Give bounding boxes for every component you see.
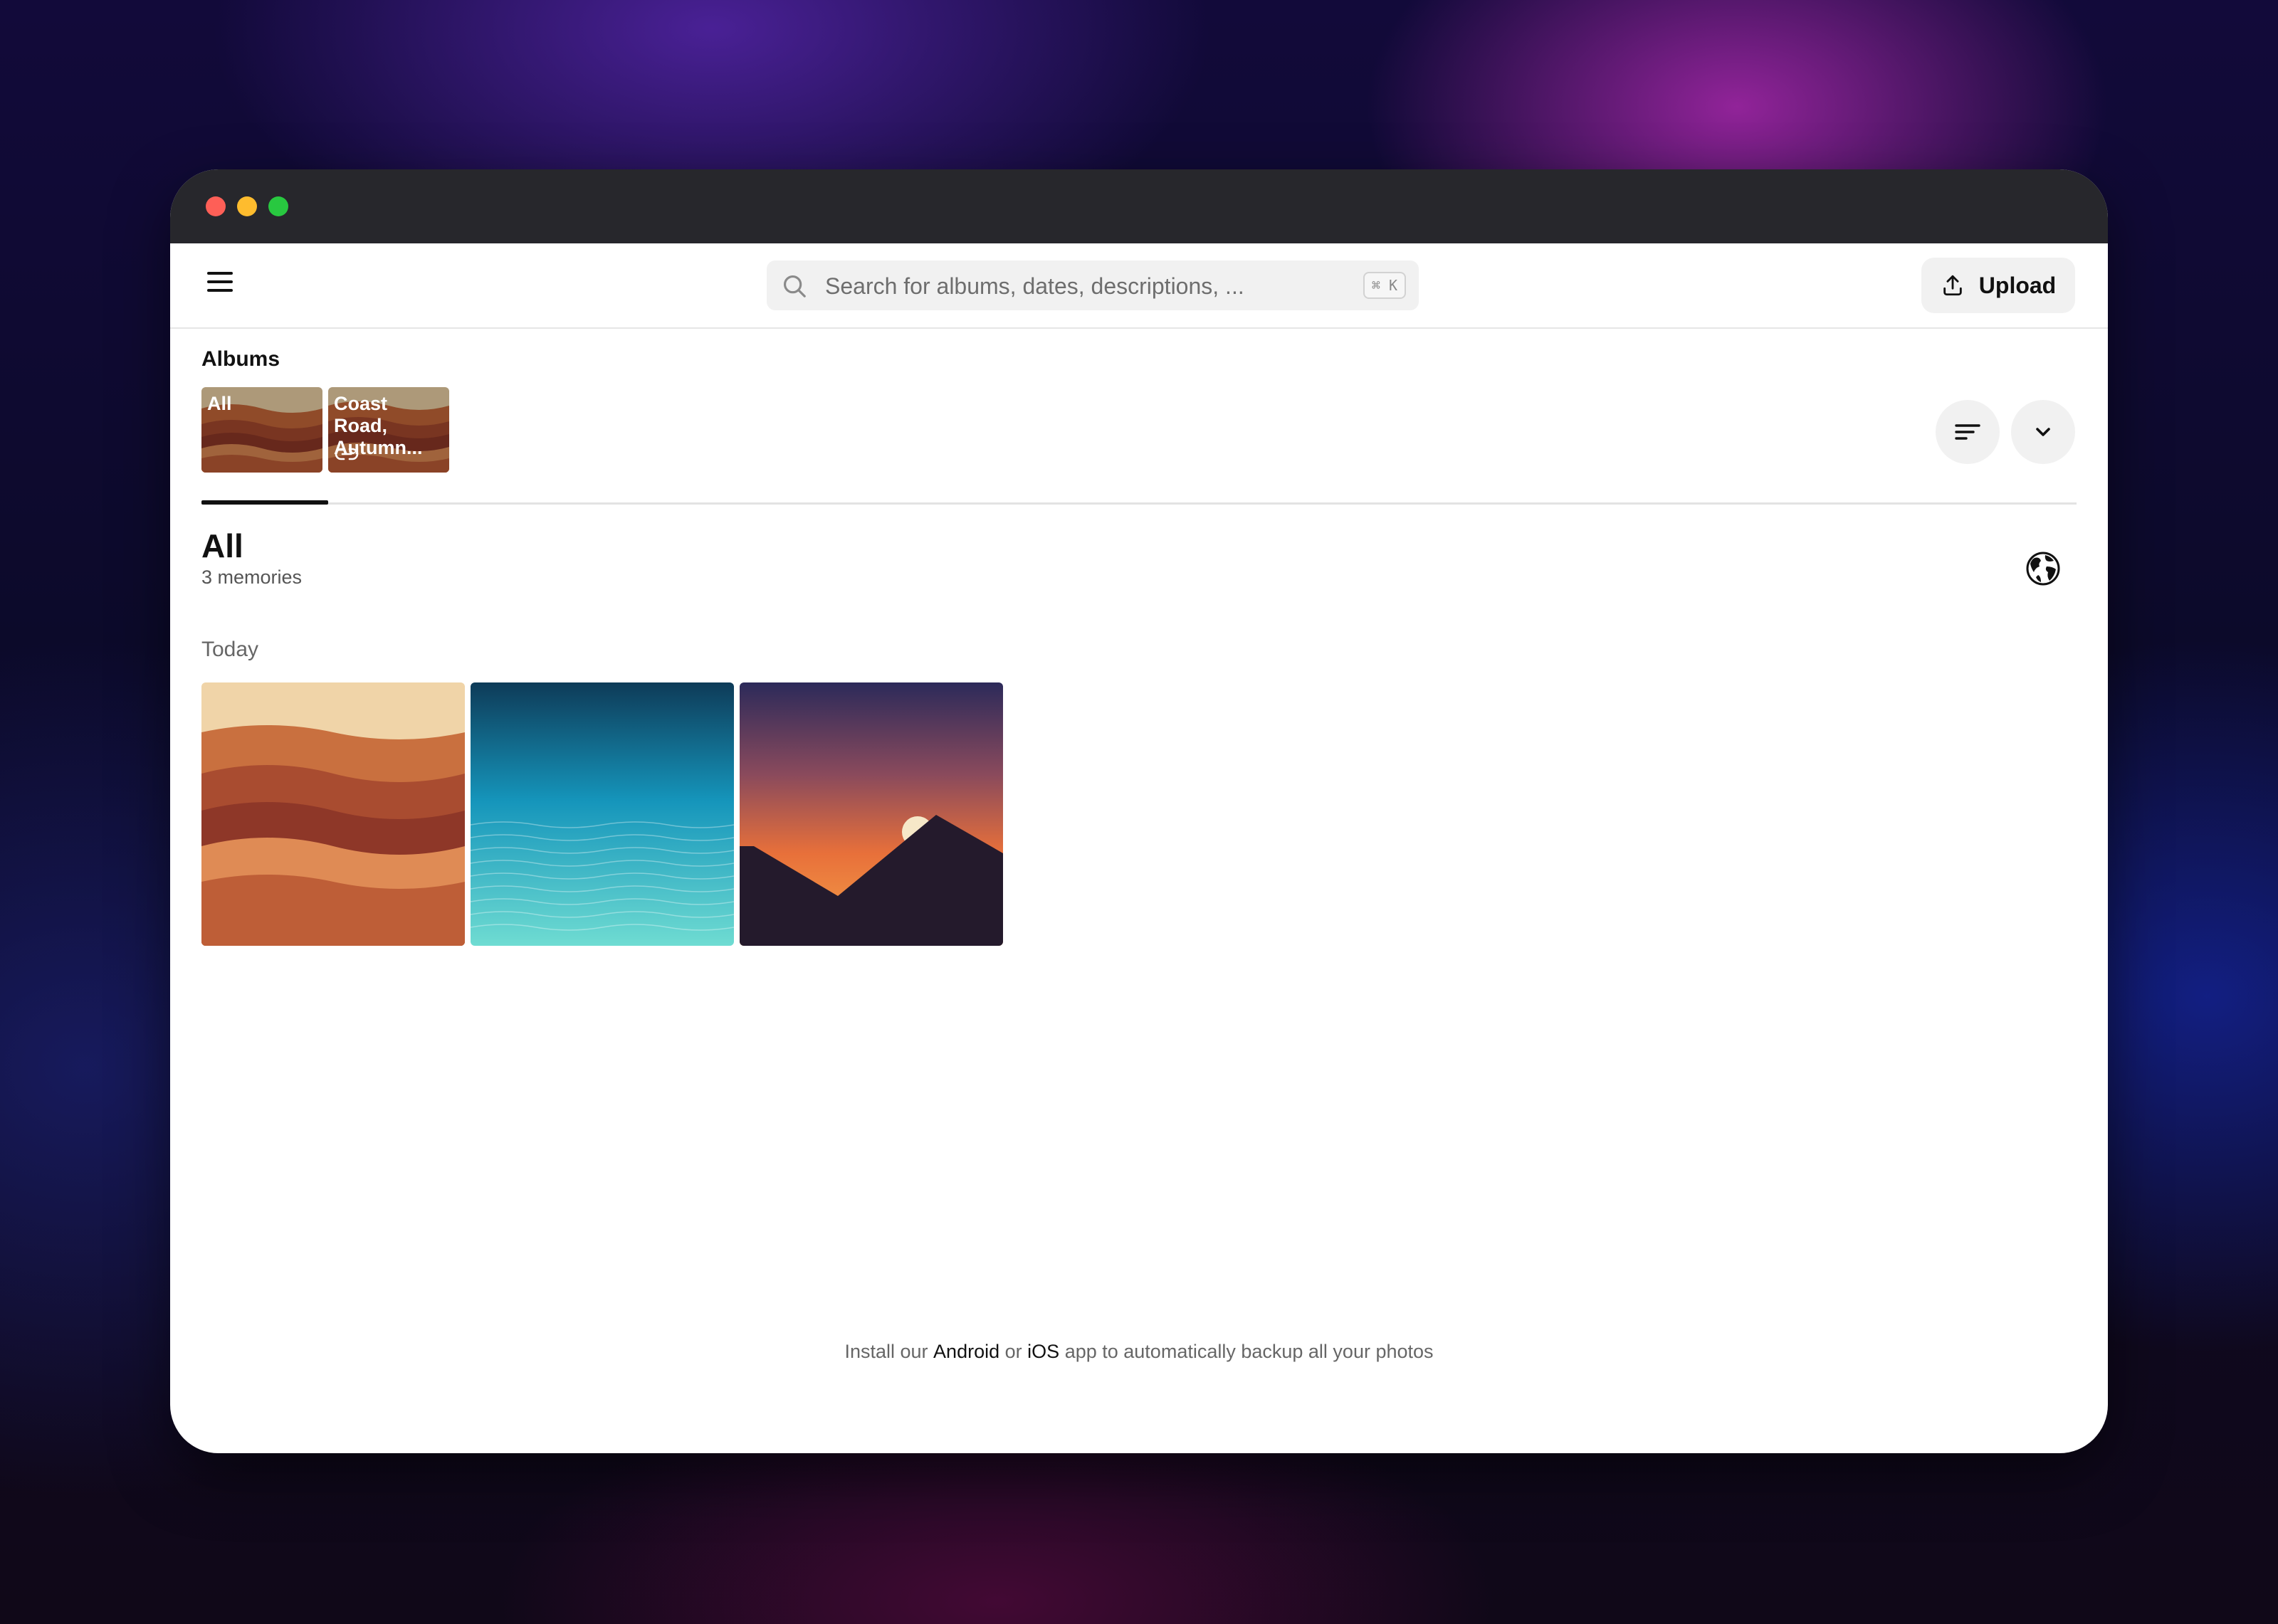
album-name: All <box>207 393 232 414</box>
day-group-label: Today <box>201 638 259 661</box>
active-tab-indicator <box>201 500 328 505</box>
sort-icon <box>1955 424 1980 440</box>
memories-count: 3 memories <box>201 566 303 588</box>
chevron-down-icon <box>2036 428 2050 436</box>
ocean-image <box>471 682 734 946</box>
photo-ocean[interactable] <box>471 682 734 946</box>
close-window-button[interactable] <box>206 196 226 216</box>
install-app-footer: Install our Android or iOS app to automa… <box>844 1341 1434 1362</box>
app-window: ⌘ K Upload Albums All <box>170 169 2108 1453</box>
search-shortcut-badge: ⌘ K <box>1363 272 1406 299</box>
photo-mountain-sunset[interactable] <box>740 682 1003 946</box>
albums-heading: Albums <box>201 347 280 371</box>
album-coast-road[interactable]: Coast Road, Autumn... <box>328 387 449 473</box>
title-bar <box>170 169 2108 243</box>
globe-icon[interactable] <box>2025 551 2061 586</box>
upload-label: Upload <box>1978 272 2057 298</box>
album-all[interactable]: All <box>201 387 322 473</box>
mountain-sunset-image <box>740 682 1003 946</box>
android-link[interactable]: Android <box>933 1341 999 1362</box>
upload-icon <box>1943 275 1962 296</box>
expand-albums-button[interactable] <box>2011 400 2075 464</box>
desert-waves-image <box>201 682 465 946</box>
hamburger-menu-icon[interactable] <box>207 272 236 296</box>
photo-desert-waves[interactable] <box>201 682 465 946</box>
search-icon <box>783 275 806 297</box>
search-bar[interactable]: ⌘ K <box>767 260 1419 310</box>
ios-link[interactable]: iOS <box>1027 1341 1059 1362</box>
link-icon <box>335 448 359 460</box>
zoom-window-button[interactable] <box>268 196 288 216</box>
sort-button[interactable] <box>1936 400 2000 464</box>
album-tab-underline <box>201 500 2077 505</box>
top-bar: ⌘ K Upload <box>170 243 2108 329</box>
minimize-window-button[interactable] <box>237 196 257 216</box>
section-title: All <box>201 527 243 564</box>
search-input[interactable] <box>824 268 1325 305</box>
upload-button[interactable]: Upload <box>1921 258 2075 313</box>
